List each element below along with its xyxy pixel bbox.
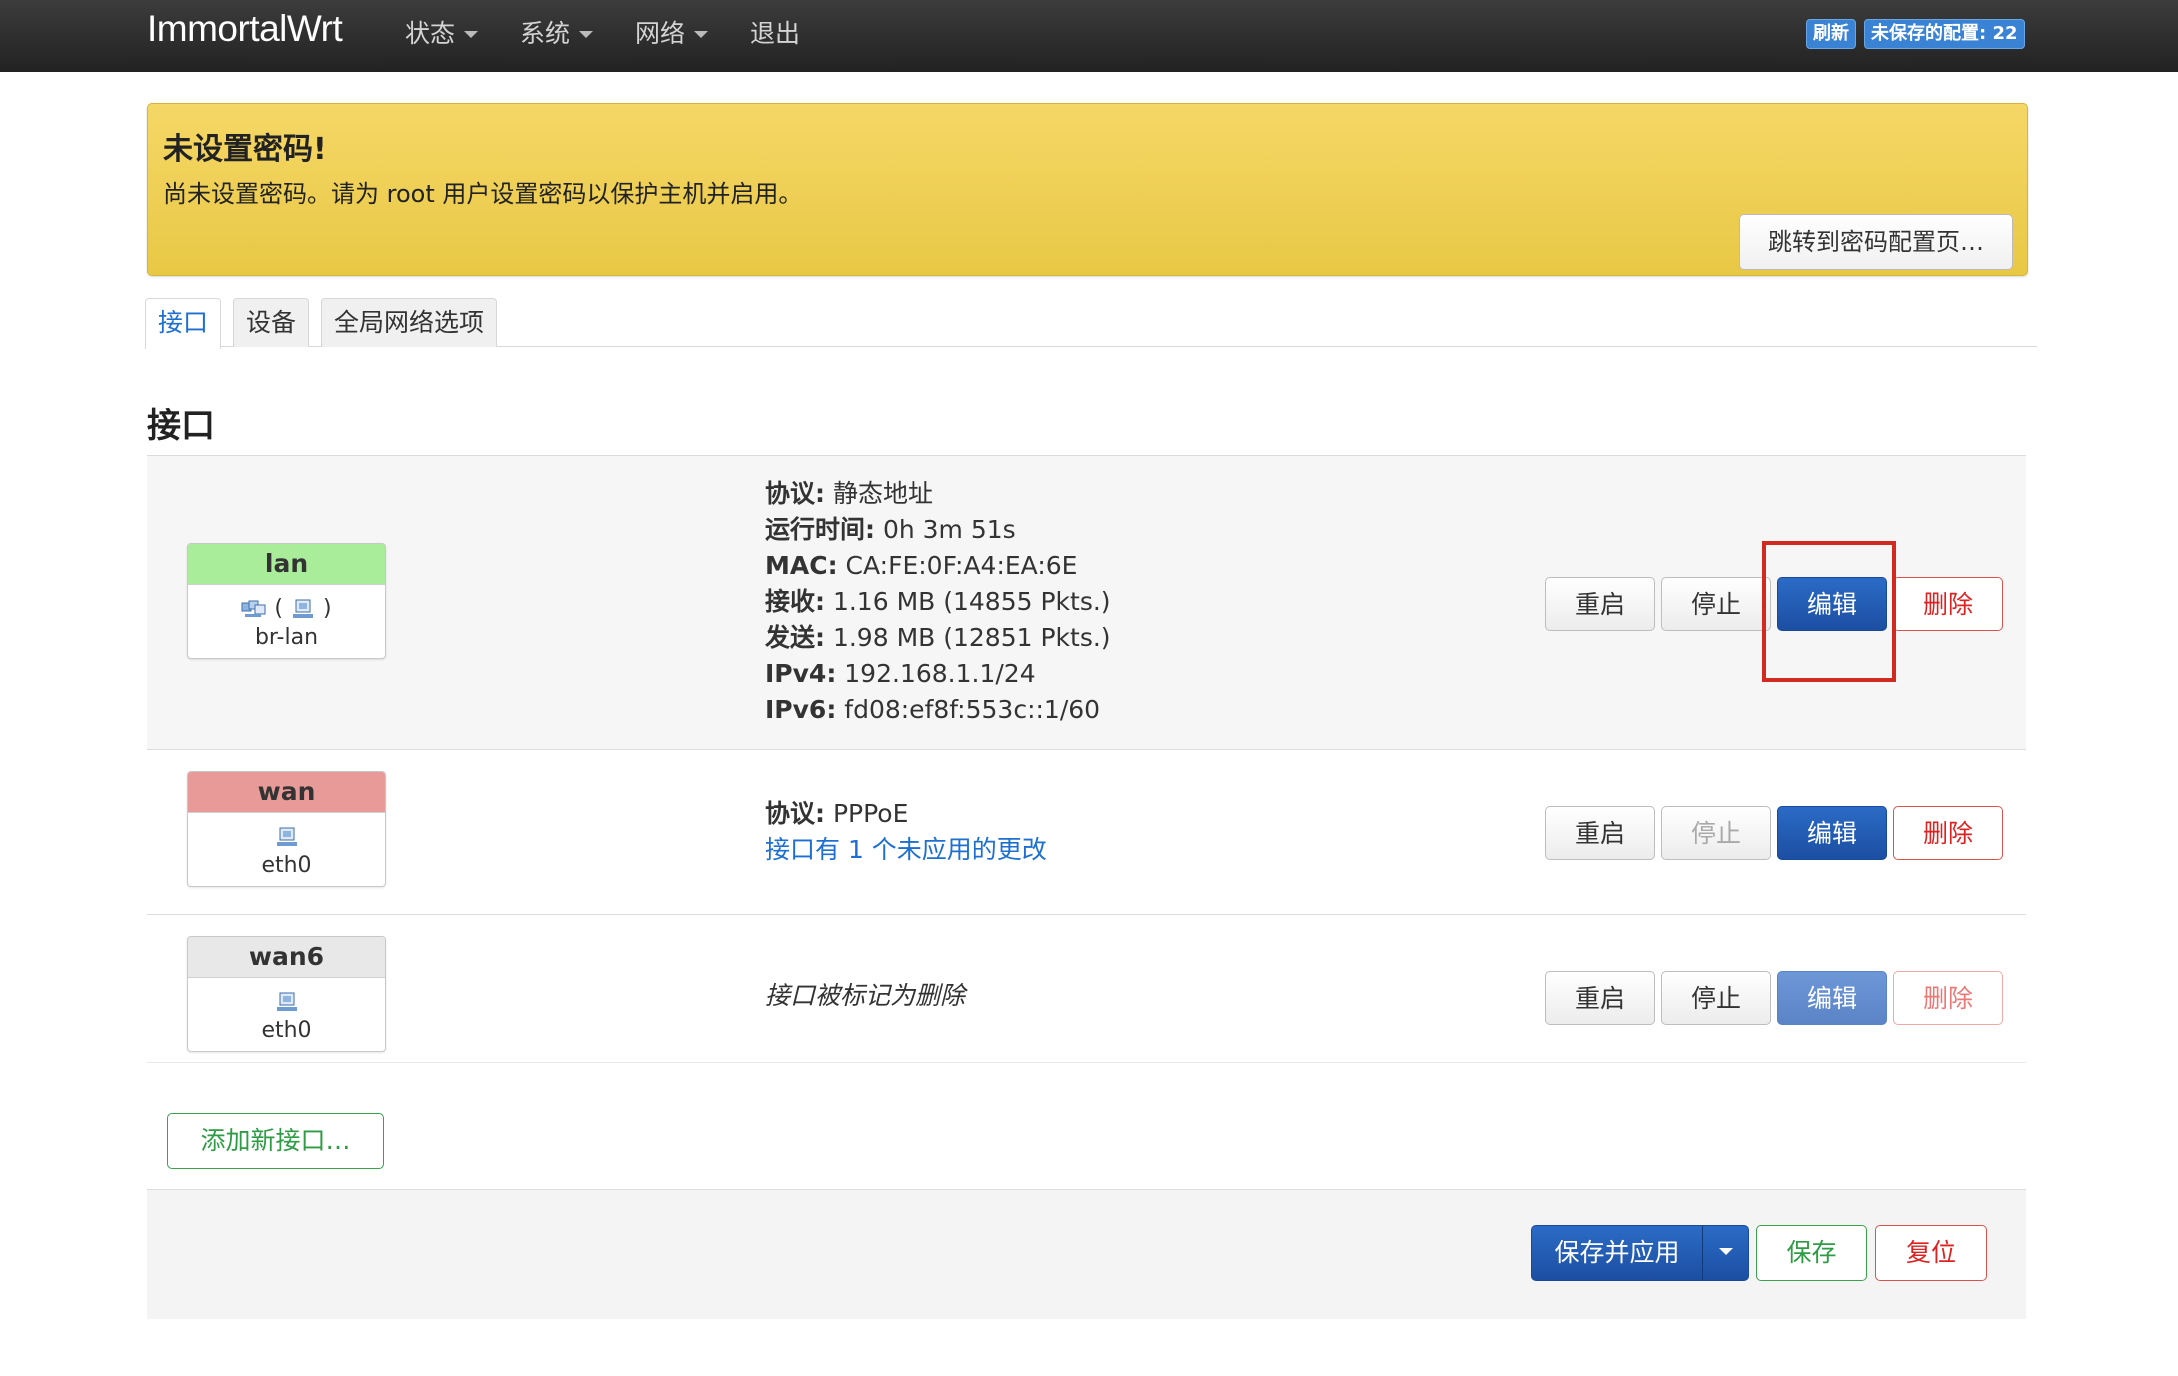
ethernet-port-icon <box>188 986 385 1018</box>
tab-global-network-options[interactable]: 全局网络选项 <box>321 298 498 347</box>
edit-button[interactable]: 编辑 <box>1777 971 1887 1025</box>
interface-device: eth0 <box>188 978 385 1051</box>
reset-button[interactable]: 复位 <box>1875 1225 1987 1281</box>
menu-network[interactable]: 网络 <box>635 14 709 50</box>
menu-logout-label: 退出 <box>750 19 801 48</box>
restart-button[interactable]: 重启 <box>1545 577 1655 631</box>
tab-devices[interactable]: 设备 <box>233 298 310 347</box>
save-button[interactable]: 保存 <box>1756 1225 1867 1281</box>
table-row-lan: lan ( ) br-lan 协议: 静态地址 运行时间: 0h 3m 51s … <box>147 455 2026 750</box>
device-name: br-lan <box>254 625 319 650</box>
restart-button[interactable]: 重启 <box>1545 806 1655 860</box>
edit-button[interactable]: 编辑 <box>1777 806 1887 860</box>
tab-interfaces[interactable]: 接口 <box>145 298 222 349</box>
info-protocol: 协议: 静态地址 <box>765 479 933 508</box>
brand-logo[interactable]: ImmortalWrt <box>147 8 343 50</box>
interface-device: eth0 <box>188 813 385 886</box>
chevron-down-icon <box>464 30 479 38</box>
info-tx: 发送: 1.98 MB (12851 Pkts.) <box>765 623 1111 652</box>
password-warning-alert: 未设置密码! 尚未设置密码。请为 root 用户设置密码以保护主机并启用。 跳转… <box>147 103 2028 276</box>
info-ipv4: IPv4: 192.168.1.1/24 <box>765 659 1036 688</box>
info-protocol: 协议: PPPoE <box>765 799 909 828</box>
edit-button[interactable]: 编辑 <box>1777 577 1887 631</box>
info-uptime: 运行时间: 0h 3m 51s <box>765 515 1016 544</box>
alert-text: 尚未设置密码。请为 root 用户设置密码以保护主机并启用。 <box>163 180 803 208</box>
interface-name: wan6 <box>188 937 385 978</box>
menu-system[interactable]: 系统 <box>520 14 594 50</box>
info-ipv6: IPv6: fd08:ef8f:553c::1/60 <box>765 695 1101 724</box>
menu-network-label: 网络 <box>635 19 686 48</box>
main-menu: 状态 系统 网络 退出 <box>405 14 842 50</box>
interface-device: ( ) br-lan <box>188 585 385 658</box>
chevron-down-icon <box>1719 1248 1733 1255</box>
table-row-wan6: wan6 eth0 接口被标记为删除 重启 停止 编辑 删除 <box>147 914 2026 1063</box>
deleted-note: 接口被标记为删除 <box>765 981 966 1010</box>
chevron-down-icon <box>579 30 594 38</box>
delete-button[interactable]: 删除 <box>1893 577 2003 631</box>
go-to-password-config-button[interactable]: 跳转到密码配置页… <box>1739 214 2013 270</box>
ethernet-port-icon <box>188 821 385 853</box>
chevron-down-icon <box>694 30 709 38</box>
delete-button[interactable]: 删除 <box>1893 971 2003 1025</box>
interface-info-wan: 协议: PPPoE 接口有 1 个未应用的更改 <box>765 796 1047 868</box>
interface-name: lan <box>188 544 385 585</box>
interface-badge-wan: wan eth0 <box>187 771 386 887</box>
menu-status[interactable]: 状态 <box>405 14 479 50</box>
interface-badge-wan6: wan6 eth0 <box>187 936 386 1052</box>
unsaved-changes-badge[interactable]: 未保存的配置: 22 <box>1864 19 2025 49</box>
refresh-badge[interactable]: 刷新 <box>1806 19 1856 49</box>
add-interface-button[interactable]: 添加新接口… <box>167 1113 384 1169</box>
interface-info-lan: 协议: 静态地址 运行时间: 0h 3m 51s MAC: CA:FE:0F:A… <box>765 476 1111 728</box>
device-name: eth0 <box>261 1018 312 1043</box>
top-navbar: ImmortalWrt 状态 系统 网络 退出 刷新 未保存的配置: 22 <box>0 0 2178 72</box>
stop-button[interactable]: 停止 <box>1661 971 1771 1025</box>
interface-badge-lan: lan ( ) br-lan <box>187 543 386 659</box>
save-apply-dropdown-toggle[interactable] <box>1703 1226 1749 1280</box>
bridge-icon: ( ) <box>188 593 385 625</box>
section-title: 接口 <box>147 406 215 446</box>
restart-button[interactable]: 重启 <box>1545 971 1655 1025</box>
save-apply-split-button: 保存并应用 <box>1531 1225 1749 1281</box>
stop-button[interactable]: 停止 <box>1661 577 1771 631</box>
device-name: eth0 <box>261 853 312 878</box>
save-apply-button[interactable]: 保存并应用 <box>1532 1226 1702 1280</box>
menu-status-label: 状态 <box>405 19 456 48</box>
info-rx: 接收: 1.16 MB (14855 Pkts.) <box>765 587 1111 616</box>
pending-changes-link[interactable]: 接口有 1 个未应用的更改 <box>765 832 1047 868</box>
table-row-wan: wan eth0 协议: PPPoE 接口有 1 个未应用的更改 重启 停止 编… <box>147 749 2026 915</box>
stop-button[interactable]: 停止 <box>1661 806 1771 860</box>
menu-system-label: 系统 <box>520 19 571 48</box>
menu-logout[interactable]: 退出 <box>750 14 800 50</box>
delete-button[interactable]: 删除 <box>1893 806 2003 860</box>
info-mac: MAC: CA:FE:0F:A4:EA:6E <box>765 551 1078 580</box>
interface-name: wan <box>188 772 385 813</box>
alert-title: 未设置密码! <box>163 132 327 167</box>
